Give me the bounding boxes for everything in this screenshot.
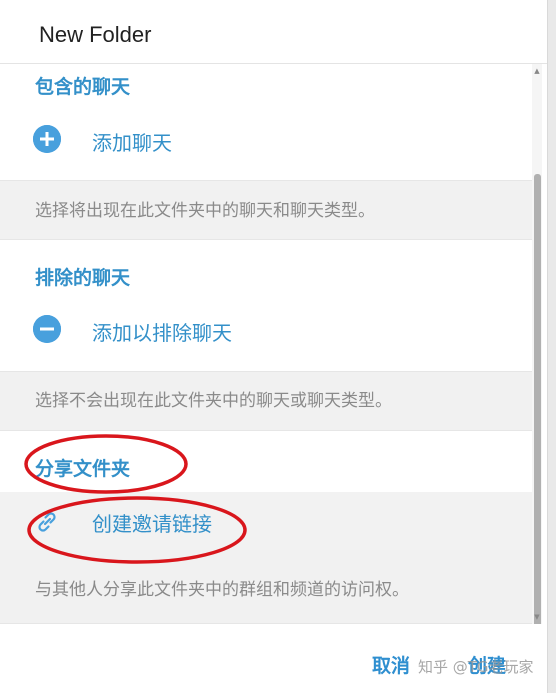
plus-icon	[33, 125, 61, 153]
scroll-down-arrow-icon[interactable]: ▼	[532, 612, 542, 622]
scrollbar-thumb[interactable]	[534, 174, 541, 674]
excluded-chats-title: 排除的聊天	[35, 267, 131, 289]
cancel-button[interactable]: 取消	[372, 651, 410, 678]
share-hint-box: 与其他人分享此文件夹中的群组和频道的访问权。	[0, 550, 532, 624]
included-hint-text: 选择将出现在此文件夹中的聊天和聊天类型。	[35, 201, 375, 221]
new-folder-dialog: New Folder 包含的聊天 添加聊天 选择将出现在此文件夹中的聊天和聊天类…	[0, 0, 548, 693]
excluded-hint-box: 选择不会出现在此文件夹中的聊天或聊天类型。	[0, 371, 532, 431]
excluded-hint-text: 选择不会出现在此文件夹中的聊天或聊天类型。	[35, 391, 392, 411]
link-icon	[33, 508, 61, 536]
share-folder-title: 分享文件夹	[35, 458, 131, 480]
background-strip	[548, 0, 556, 693]
dialog-title: New Folder	[39, 22, 152, 47]
dialog-footer: 取消 创建	[0, 624, 547, 693]
exclude-chat-row[interactable]: 添加以排除聊天	[0, 300, 532, 360]
share-hint-text: 与其他人分享此文件夹中的群组和频道的访问权。	[35, 580, 409, 600]
exclude-chat-label: 添加以排除聊天	[92, 321, 232, 345]
scrollbar[interactable]: ▲ ▼	[532, 64, 542, 674]
included-hint-box: 选择将出现在此文件夹中的聊天和聊天类型。	[0, 180, 532, 240]
scroll-up-arrow-icon[interactable]: ▲	[532, 66, 542, 76]
invite-link-label: 创建邀请链接	[92, 512, 212, 536]
minus-icon	[33, 315, 61, 343]
dialog-header: New Folder	[0, 0, 547, 64]
add-chat-label: 添加聊天	[92, 131, 172, 155]
add-chat-row[interactable]: 添加聊天	[0, 110, 532, 170]
included-chats-title: 包含的聊天	[35, 76, 131, 98]
invite-link-row[interactable]: 创建邀请链接	[0, 492, 532, 550]
create-button[interactable]: 创建	[468, 651, 506, 678]
